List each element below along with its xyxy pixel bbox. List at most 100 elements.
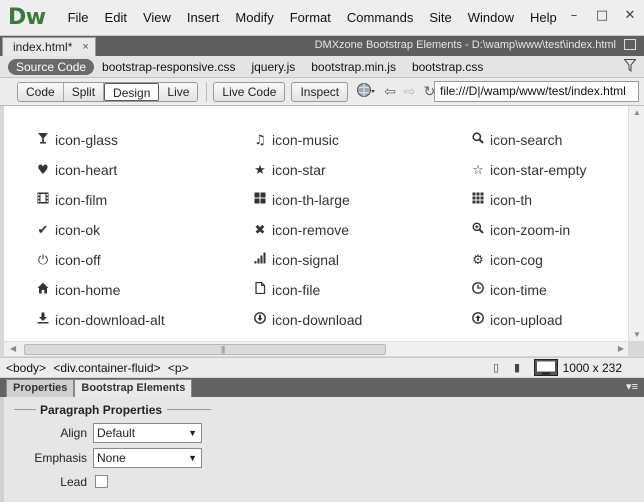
restore-icon[interactable]	[624, 39, 636, 50]
cog-icon: ⚙	[472, 252, 484, 268]
menu-modify[interactable]: Modify	[227, 10, 281, 25]
menu-format[interactable]: Format	[282, 10, 339, 25]
forward-icon: ⇨	[403, 83, 416, 100]
menu-edit[interactable]: Edit	[97, 10, 135, 25]
document-tab[interactable]: index.html* ×	[2, 37, 96, 56]
related-file-bootstrap-css[interactable]: bootstrap.css	[404, 60, 491, 74]
home-icon	[36, 282, 50, 298]
related-file-source-code[interactable]: Source Code	[8, 58, 95, 75]
horizontal-scroll-thumb[interactable]: |||	[24, 344, 386, 355]
list-item: icon-th-large	[253, 192, 350, 208]
scroll-up-icon[interactable]: ▲	[633, 108, 641, 117]
related-file-bootstrap-responsive[interactable]: bootstrap-responsive.css	[94, 60, 243, 74]
menu-file[interactable]: File	[60, 10, 97, 25]
document-tab-label: index.html*	[13, 40, 73, 54]
list-item: ♥ icon-heart	[37, 162, 118, 178]
vertical-scrollbar[interactable]: ▲ ▼	[628, 106, 644, 341]
time-icon	[471, 282, 485, 298]
horizontal-scrollbar[interactable]: ◀ ||| ▶	[4, 341, 628, 356]
list-item: icon-th	[471, 192, 532, 208]
menu-site[interactable]: Site	[421, 10, 459, 25]
minimize-icon[interactable]: –	[566, 8, 582, 24]
tag-div-container-fluid[interactable]: <div.container-fluid>	[53, 361, 160, 375]
related-files-bar: Source Code bootstrap-responsive.css jqu…	[0, 56, 644, 78]
menu-commands[interactable]: Commands	[339, 10, 421, 25]
list-item: icon-download	[253, 312, 362, 328]
grip-icon: |||	[221, 345, 225, 354]
close-tab-icon[interactable]: ×	[82, 41, 88, 53]
list-item: icon-zoom-in	[471, 222, 570, 238]
toolbar-separator	[206, 81, 208, 102]
menu-window[interactable]: Window	[460, 10, 522, 25]
list-item: icon-signal	[253, 252, 339, 268]
desktop-size-icon[interactable]	[534, 359, 558, 379]
menu-insert[interactable]: Insert	[179, 10, 228, 25]
zoom-in-icon	[471, 222, 485, 238]
related-file-bootstrap-min-js[interactable]: bootstrap.min.js	[303, 60, 404, 74]
scroll-down-icon[interactable]: ▼	[633, 330, 641, 339]
design-view[interactable]: icon-glass ♥ icon-heart icon-film ✔ icon…	[4, 106, 644, 341]
menu-view[interactable]: View	[135, 10, 179, 25]
app-logo: Dw	[8, 5, 46, 30]
section-divider	[167, 409, 211, 410]
tag-selector: <body> <div.container-fluid> <p>	[6, 361, 193, 375]
back-icon[interactable]: ⇦	[384, 84, 396, 100]
tag-p[interactable]: <p>	[168, 361, 189, 375]
close-icon[interactable]: ✕	[622, 8, 638, 24]
film-icon	[36, 192, 50, 208]
list-item: ⚙ icon-cog	[472, 252, 543, 268]
star-icon: ★	[254, 162, 266, 178]
glass-icon	[36, 132, 50, 148]
tablet-size-icon[interactable]: ▮	[514, 361, 520, 374]
off-icon: ⏻	[37, 252, 49, 268]
remove-icon: ✖	[254, 222, 266, 238]
inspect-button[interactable]: Inspect	[291, 81, 349, 102]
document-toolbar: Code Split Design Live Live Code Inspect…	[0, 78, 644, 106]
align-select-value: Default	[97, 426, 136, 440]
list-item: icon-glass	[36, 132, 118, 148]
document-path: DMXzone Bootstrap Elements - D:\wamp\www…	[314, 39, 616, 51]
file-icon	[253, 281, 267, 298]
browser-preview-icon[interactable]	[356, 82, 376, 102]
view-switcher: Code Split Design Live	[17, 81, 199, 102]
live-view-button[interactable]: Live	[159, 82, 198, 101]
scroll-left-icon[interactable]: ◀	[10, 344, 16, 353]
list-item: icon-home	[36, 282, 120, 298]
mobile-size-icon[interactable]: ▯	[493, 361, 499, 374]
scroll-right-icon[interactable]: ▶	[618, 344, 624, 353]
properties-tab-bar: Properties Bootstrap Elements ▾≡	[0, 378, 644, 397]
th-large-icon	[253, 192, 267, 208]
align-select[interactable]: Default ▼	[93, 423, 202, 443]
split-view-button[interactable]: Split	[63, 82, 105, 101]
properties-panel: Paragraph Properties Align Default ▼ Emp…	[0, 397, 644, 502]
lead-label: Lead	[60, 475, 87, 489]
list-item: ♫ icon-music	[254, 132, 339, 148]
tab-bootstrap-elements[interactable]: Bootstrap Elements	[74, 379, 193, 397]
maximize-icon[interactable]: □	[594, 8, 610, 24]
document-tab-bar: index.html* × DMXzone Bootstrap Elements…	[0, 36, 644, 56]
tab-properties[interactable]: Properties	[6, 379, 75, 397]
related-file-jquery[interactable]: jquery.js	[243, 60, 303, 74]
tag-body[interactable]: <body>	[6, 361, 46, 375]
code-view-button[interactable]: Code	[18, 82, 64, 101]
chevron-down-icon: ▼	[188, 428, 197, 438]
star-empty-icon: ☆	[472, 162, 484, 178]
menu-help[interactable]: Help	[522, 10, 565, 25]
list-item: icon-time	[471, 282, 547, 298]
list-item: ⏻ icon-off	[37, 252, 101, 268]
th-icon	[471, 192, 485, 208]
list-item: icon-film	[36, 192, 107, 208]
emphasis-select[interactable]: None ▼	[93, 448, 202, 468]
live-code-button[interactable]: Live Code	[213, 81, 286, 102]
list-item: ✔ icon-ok	[37, 222, 101, 238]
emphasis-select-value: None	[97, 451, 126, 465]
filter-icon[interactable]	[623, 59, 637, 75]
design-view-button[interactable]: Design	[104, 82, 160, 101]
address-input[interactable]: file:///D|/wamp/www/test/index.html	[434, 81, 639, 102]
menu-bar: Dw File Edit View Insert Modify Format C…	[0, 0, 644, 36]
list-item: icon-search	[471, 132, 562, 148]
panel-menu-icon[interactable]: ▾≡	[626, 380, 638, 393]
lead-checkbox[interactable]	[95, 475, 108, 488]
list-item: ☆ icon-star-empty	[472, 162, 587, 178]
window-size-readout[interactable]: 1000 x 232	[563, 361, 622, 375]
